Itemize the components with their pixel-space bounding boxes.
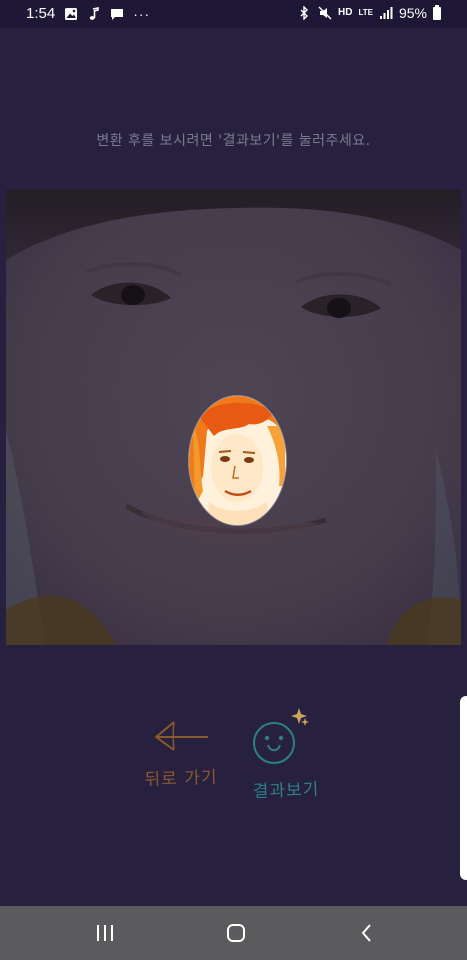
navigation-bar: [0, 906, 467, 960]
mute-icon: [318, 6, 332, 20]
battery-percent: 95%: [398, 5, 427, 21]
edge-panel-handle[interactable]: [460, 696, 467, 880]
back-nav-button[interactable]: [352, 920, 382, 946]
converted-face-preview: [189, 396, 286, 525]
instruction-text: 변환 후를 보시려면 '결과보기'를 눌러주세요.: [96, 133, 371, 149]
left-arrow-icon: [155, 721, 208, 751]
result-button[interactable]: 결과보기: [244, 700, 328, 802]
battery-icon: [433, 4, 441, 20]
more-notifications: ···: [133, 5, 151, 22]
message-icon: [110, 7, 124, 21]
bluetooth-icon: [298, 5, 312, 21]
status-bar: 1:54 ··· HD LTE 95%: [0, 0, 467, 28]
music-note-icon: [87, 6, 101, 21]
smiley-face-icon: [253, 708, 309, 764]
lte-indicator: LTE: [358, 8, 373, 17]
hd-indicator: HD: [338, 7, 353, 18]
back-button[interactable]: 뒤로 가기: [140, 712, 222, 796]
home-button[interactable]: [221, 920, 251, 946]
back-icon: [361, 924, 371, 942]
signal-icon: [379, 6, 393, 20]
status-time: 1:54: [26, 5, 56, 22]
result-button-label: 결과보기: [252, 779, 320, 803]
recent-apps-icon: [97, 925, 113, 941]
recent-apps-button[interactable]: [90, 920, 120, 946]
gallery-icon: [64, 7, 78, 21]
back-button-label: 뒤로 가기: [144, 767, 218, 791]
home-icon: [227, 924, 245, 942]
